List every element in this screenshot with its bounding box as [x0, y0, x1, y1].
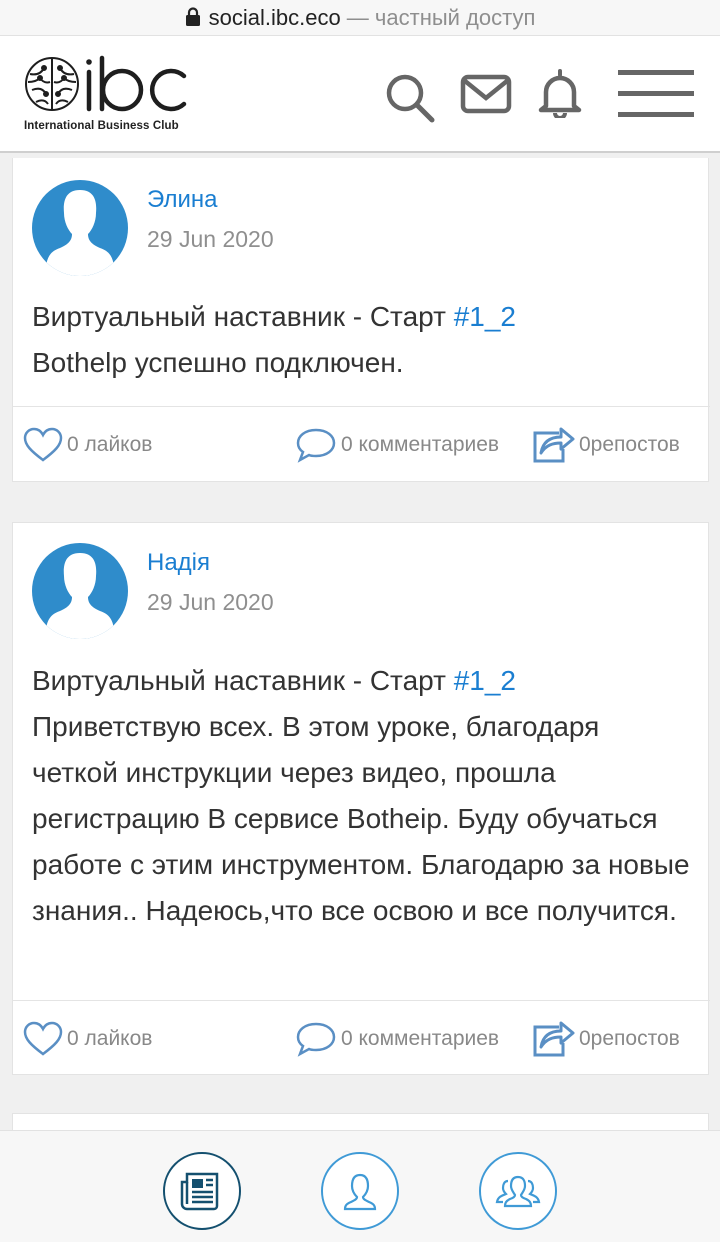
comment-icon — [296, 428, 336, 463]
profile-icon — [343, 1173, 377, 1211]
comments-count: 0 комментариев — [341, 432, 500, 456]
hashtag-link[interactable]: #1_2 — [454, 301, 516, 332]
post-date: 29 Jun 2020 — [147, 226, 274, 252]
like-button[interactable]: 0 лайков — [23, 407, 152, 482]
lock-icon — [185, 7, 200, 26]
share-icon — [533, 427, 575, 462]
comment-button[interactable]: 0 комментариев — [295, 1001, 499, 1076]
likes-count: 0 лайков — [67, 432, 153, 456]
comments-count: 0 комментариев — [341, 1026, 500, 1050]
user-silhouette-icon — [45, 190, 115, 276]
brain-icon — [25, 57, 79, 111]
post-text-body: Bothelp успешно подключен. — [32, 347, 404, 378]
post-card: Надія 29 Jun 2020 Виртуальный наставник … — [12, 522, 710, 1075]
reposts-count: 0репостов — [579, 432, 680, 456]
nav-profile-button[interactable] — [321, 1152, 399, 1230]
like-button[interactable]: 0 лайков — [23, 1001, 152, 1076]
repost-button[interactable]: 0репостов — [529, 407, 680, 482]
heart-icon — [23, 427, 63, 462]
hashtag-link[interactable]: #1_2 — [454, 665, 516, 696]
repost-button[interactable]: 0репостов — [529, 1001, 680, 1076]
post-actions: 0 лайков 0 комментариев 0репостов — [13, 406, 710, 481]
nav-groups-button[interactable] — [479, 1152, 557, 1230]
logo-caption: International Business Club — [24, 120, 179, 132]
mail-icon[interactable] — [460, 74, 512, 114]
nav-news-button[interactable] — [163, 1152, 241, 1230]
author-name[interactable]: Надія — [147, 549, 210, 577]
app-header: International Business Club — [0, 36, 720, 153]
search-icon[interactable] — [384, 72, 436, 124]
likes-count: 0 лайков — [67, 1026, 153, 1050]
post-text: Виртуальный наставник - Старт #1_2 Приве… — [32, 658, 692, 934]
reposts-count: 0репостов — [579, 1026, 680, 1050]
private-mode-label: частный доступ — [374, 4, 536, 30]
post-date: 29 Jun 2020 — [147, 589, 274, 615]
share-icon — [533, 1021, 575, 1056]
author-name[interactable]: Элина — [147, 186, 217, 214]
post-text-prefix: Виртуальный наставник - Старт — [32, 301, 454, 332]
post-text: Виртуальный наставник - Старт #1_2 Bothe… — [32, 294, 692, 386]
post-text-prefix: Виртуальный наставник - Старт — [32, 665, 454, 696]
groups-icon — [495, 1175, 541, 1208]
comment-button[interactable]: 0 комментариев — [295, 407, 499, 482]
post-text-body: Приветствую всех. В этом уроке, благодар… — [32, 711, 690, 926]
post-card: Элина 29 Jun 2020 Виртуальный наставник … — [12, 158, 710, 482]
avatar[interactable] — [32, 543, 128, 639]
post-actions: 0 лайков 0 комментариев 0репостов — [13, 1000, 710, 1075]
heart-icon — [23, 1021, 63, 1056]
bell-icon[interactable] — [536, 68, 584, 118]
browser-url-bar[interactable]: social.ibc.eco — частный доступ — [0, 0, 720, 36]
avatar[interactable] — [32, 180, 128, 276]
url-separator: — — [340, 4, 375, 30]
menu-icon[interactable] — [616, 68, 696, 120]
news-icon — [180, 1172, 219, 1211]
comment-icon — [296, 1022, 336, 1057]
user-silhouette-icon — [45, 553, 115, 639]
bottom-nav — [0, 1130, 720, 1242]
url-domain: social.ibc.eco — [208, 4, 341, 30]
